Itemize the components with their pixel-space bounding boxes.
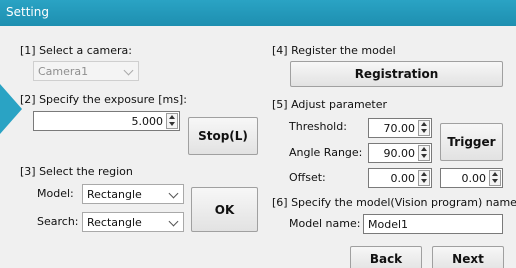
angle-range-label: Angle Range: <box>289 146 363 159</box>
angle-range-value: 90.00 <box>383 147 416 160</box>
ok-button-label: OK <box>214 202 235 217</box>
offset-label: Offset: <box>289 171 326 184</box>
model-shape-label: Model: <box>37 187 74 200</box>
exposure-spinner[interactable] <box>166 113 178 129</box>
back-button-label: Back <box>369 252 403 266</box>
window-title: Setting <box>6 5 49 19</box>
ok-button[interactable]: OK <box>191 187 258 232</box>
angle-range-input[interactable]: 90.00 <box>368 143 432 163</box>
offset-input-2[interactable]: 0.00 <box>440 168 503 188</box>
model-name-input[interactable]: Model1 <box>363 214 503 234</box>
title-bar[interactable]: Setting <box>0 0 516 26</box>
offset-spinner-2[interactable] <box>489 170 501 186</box>
threshold-value: 70.00 <box>383 122 416 135</box>
setting-window: Setting [1] Select a camera: Camera1 [2]… <box>0 0 516 268</box>
model-name-heading: [6] Specify the model(Vision program) na… <box>272 196 516 209</box>
search-shape-label: Search: <box>37 215 79 228</box>
adjust-heading: [5] Adjust parameter <box>272 98 388 111</box>
offset-input-1[interactable]: 0.00 <box>368 168 432 188</box>
offset-value-2: 0.00 <box>461 172 487 185</box>
step-indicator-arrow <box>0 84 22 134</box>
exposure-input[interactable]: 5.000 <box>33 111 180 131</box>
next-button[interactable]: Next <box>432 246 504 268</box>
camera-select[interactable]: Camera1 <box>33 61 139 81</box>
chevron-down-icon <box>168 216 179 227</box>
chevron-down-icon <box>168 188 179 199</box>
camera-select-value: Camera1 <box>38 65 89 78</box>
exposure-value: 5.000 <box>131 115 164 128</box>
search-shape-value: Rectangle <box>87 216 142 229</box>
region-heading: [3] Select the region <box>20 165 133 178</box>
back-button[interactable]: Back <box>350 246 422 268</box>
next-button-label: Next <box>452 252 484 266</box>
chevron-down-icon <box>123 65 134 76</box>
exposure-heading: [2] Specify the exposure [ms]: <box>20 93 187 106</box>
trigger-button-label: Trigger <box>447 135 496 149</box>
registration-button[interactable]: Registration <box>290 61 503 87</box>
search-shape-select[interactable]: Rectangle <box>82 212 184 232</box>
model-shape-select[interactable]: Rectangle <box>82 184 184 204</box>
registration-button-label: Registration <box>354 67 439 81</box>
model-name-label: Model name: <box>289 217 361 230</box>
model-name-value: Model1 <box>368 218 409 231</box>
stop-button-label: Stop(L) <box>198 129 248 143</box>
register-heading: [4] Register the model <box>272 44 396 57</box>
angle-range-spinner[interactable] <box>418 145 430 161</box>
offset-spinner-1[interactable] <box>418 170 430 186</box>
trigger-button[interactable]: Trigger <box>440 123 503 161</box>
model-shape-value: Rectangle <box>87 188 142 201</box>
threshold-spinner[interactable] <box>418 120 430 136</box>
camera-heading: [1] Select a camera: <box>20 44 132 57</box>
offset-value-1: 0.00 <box>390 172 416 185</box>
threshold-input[interactable]: 70.00 <box>368 118 432 138</box>
threshold-label: Threshold: <box>289 120 347 133</box>
stop-button[interactable]: Stop(L) <box>188 117 258 155</box>
